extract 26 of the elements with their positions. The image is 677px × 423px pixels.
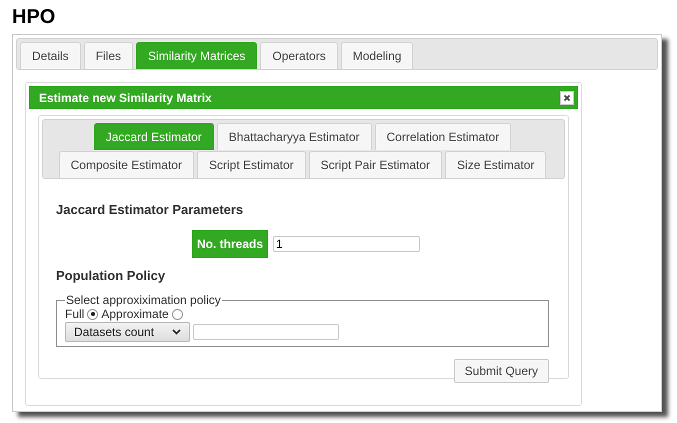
tab[interactable]: Composite Estimator	[58, 151, 194, 178]
dialog-title: Estimate new Similarity Matrix	[39, 90, 212, 104]
tab[interactable]: Script Pair Estimator	[308, 151, 442, 178]
count-field[interactable]	[193, 324, 340, 340]
tab[interactable]: Correlation Estimator	[374, 123, 512, 150]
dropdown[interactable]: Datasets count	[65, 322, 190, 342]
group-legend: Select approxiximation policy	[65, 293, 222, 307]
tab[interactable]: Size Estimator	[445, 151, 546, 178]
tab[interactable]: Bhattacharyya Estimator	[216, 123, 372, 150]
section-heading: Population Policy	[56, 268, 166, 283]
submit-button[interactable]: Submit Query	[454, 359, 549, 383]
threads-field[interactable]: 1	[273, 236, 420, 252]
option-label: Full	[65, 307, 84, 321]
tab[interactable]: Operators	[260, 42, 338, 69]
option-label: Approximate	[101, 307, 169, 321]
tab[interactable]: Modeling	[340, 42, 414, 69]
radio-button[interactable]	[172, 308, 183, 320]
tab[interactable]: Files	[84, 42, 134, 69]
close-icon[interactable]	[560, 90, 574, 104]
chevron-icon	[172, 329, 182, 335]
field-label: No. threads	[192, 230, 268, 258]
radio-button[interactable]	[87, 308, 98, 320]
section-heading: Jaccard Estimator Parameters	[56, 202, 244, 217]
page-title: HPO	[11, 5, 56, 30]
tab[interactable]: Script Estimator	[196, 151, 306, 178]
tab[interactable]: Details	[20, 42, 81, 69]
